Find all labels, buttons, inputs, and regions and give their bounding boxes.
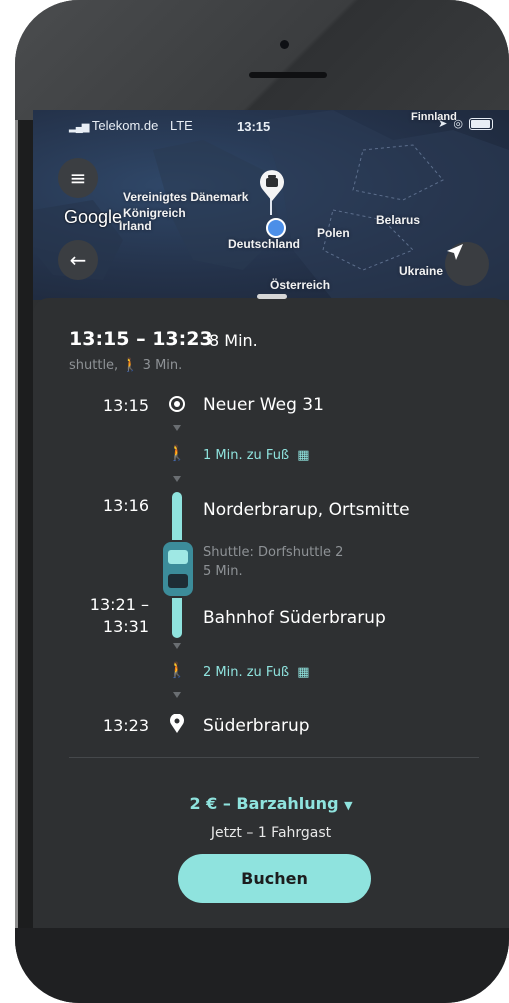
origin-icon	[169, 396, 185, 412]
map-label-koenigreich: Königreich	[123, 206, 186, 220]
map-view[interactable]: ▂▄▆ Telekom.de LTE 13:15 ➤ ◎ Finnland Ve…	[33, 110, 509, 300]
arrow-left-icon: ←	[69, 248, 87, 272]
shuttle-line: Shuttle: Dorfshuttle 2	[203, 545, 344, 560]
destination-pin-icon	[169, 714, 185, 734]
pickup-time: 13:16	[102, 496, 149, 515]
phone-bezel-bottom	[15, 928, 509, 1003]
shuttle-info[interactable]: Shuttle: Dorfshuttle 2 5 Min.	[203, 543, 343, 581]
vehicle-pin[interactable]	[259, 170, 285, 202]
dropoff-location: Bahnhof Süderbrarup	[203, 608, 386, 628]
status-time: 13:15	[237, 119, 271, 134]
navigation-arrow-icon	[447, 244, 463, 260]
map-label-belarus: Belarus	[376, 213, 421, 227]
google-logo: Google	[64, 207, 123, 227]
start-time: 13:15	[102, 396, 149, 415]
front-camera	[280, 40, 289, 49]
payment-selector[interactable]: 2 € – Barzahlung ▼	[33, 794, 509, 813]
taxi-pin-icon	[260, 170, 284, 201]
passenger-info[interactable]: Jetzt – 1 Fahrgast	[33, 825, 509, 841]
connector-arrow	[173, 643, 181, 649]
map-label-ukraine: Ukraine	[399, 264, 444, 278]
shuttle-duration: 5 Min.	[203, 564, 243, 579]
walking-person-icon: 🚶	[122, 358, 139, 373]
earpiece-speaker	[249, 72, 327, 78]
app-screen: ▂▄▆ Telekom.de LTE 13:15 ➤ ◎ Finnland Ve…	[33, 110, 509, 928]
trip-duration: 8 Min.	[209, 331, 258, 350]
chevron-down-icon: ▼	[344, 799, 353, 812]
back-button[interactable]: ←	[58, 240, 98, 280]
end-time: 13:23	[102, 716, 149, 735]
locate-button[interactable]	[445, 242, 489, 286]
trip-time-range: 13:15 – 13:23	[69, 328, 213, 350]
connector-arrow	[173, 692, 181, 698]
battery-icon	[469, 117, 493, 130]
shuttle-vehicle-icon	[161, 540, 195, 598]
map-label-finnland: Finnland	[411, 111, 457, 123]
start-location: Neuer Weg 31	[203, 395, 324, 415]
trip-detail-sheet[interactable]: 13:15 – 13:23 8 Min. shuttle, 🚶 3 Min. 1…	[33, 294, 509, 928]
book-button[interactable]: Buchen	[178, 854, 371, 903]
menu-icon: ≡	[69, 166, 87, 190]
map-label-irland: Irland	[119, 219, 152, 233]
divider	[69, 757, 479, 758]
status-carrier: ▂▄▆ Telekom.de LTE	[69, 118, 193, 133]
map-label-oesterreich: Österreich	[270, 278, 331, 292]
sheet-grabber[interactable]	[257, 294, 287, 299]
walking-icon: 🚶	[167, 444, 187, 462]
location-dot-icon	[266, 218, 286, 238]
dropoff-time: 13:21 – 13:31	[89, 595, 149, 636]
map-label-deutschland: Deutschland	[228, 237, 301, 251]
map-label-vereinigtes: Vereinigtes Dänemark	[123, 190, 249, 204]
menu-button[interactable]: ≡	[58, 158, 98, 198]
walk-segment-1[interactable]: 1 Min. zu Fuß ▦	[203, 448, 310, 463]
walk-segment-2[interactable]: 2 Min. zu Fuß ▦	[203, 665, 310, 680]
map-label-polen: Polen	[317, 226, 350, 240]
walking-icon: 🚶	[167, 661, 187, 679]
connector-arrow	[173, 476, 181, 482]
trip-subtitle: shuttle, 🚶 3 Min.	[69, 358, 183, 373]
phone-bezel-top	[15, 0, 509, 120]
map-icon: ▦	[297, 665, 310, 680]
end-location: Süderbrarup	[203, 716, 310, 736]
pickup-location: Norderbrarup, Ortsmitte	[203, 500, 410, 520]
signal-icon: ▂▄▆	[69, 122, 89, 133]
map-icon: ▦	[297, 448, 310, 463]
connector-arrow	[173, 425, 181, 431]
